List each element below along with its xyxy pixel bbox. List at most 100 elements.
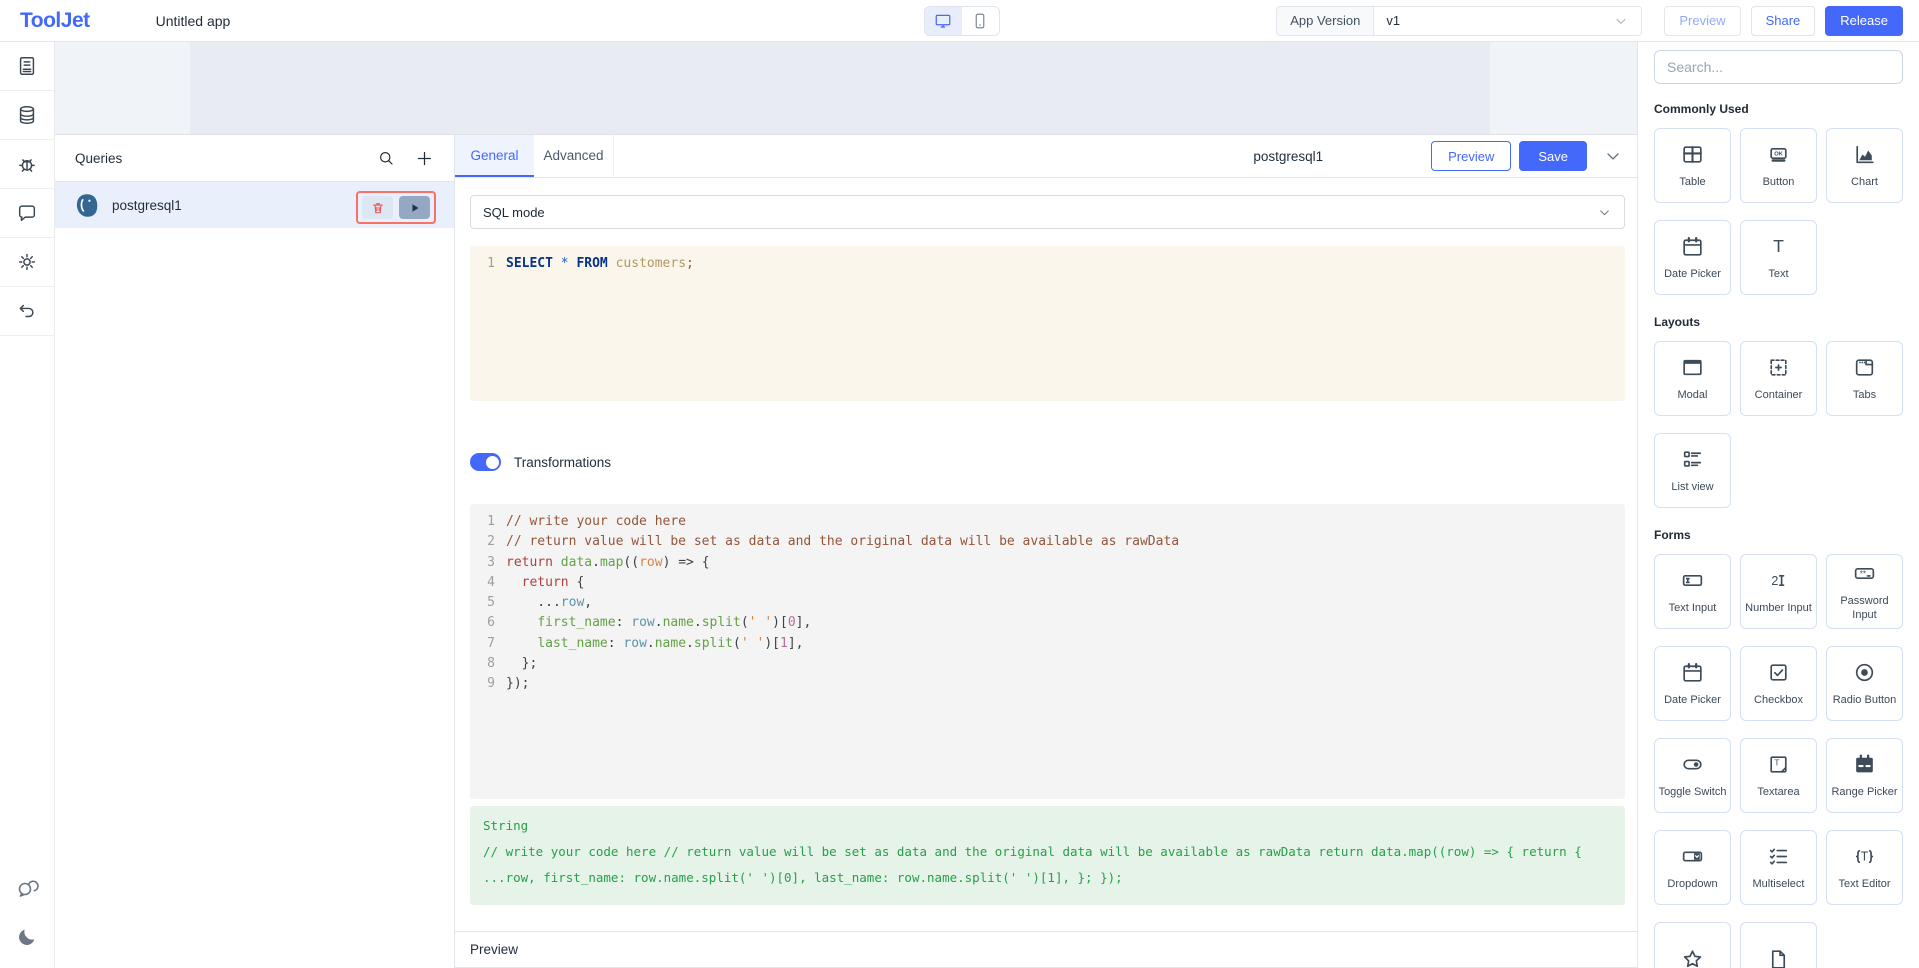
component-card-textarea[interactable]: T Textarea	[1740, 738, 1817, 813]
desktop-view-button[interactable]	[925, 7, 962, 35]
query-panel: Queries	[55, 135, 1637, 968]
component-card-text[interactable]: T Text	[1740, 220, 1817, 295]
layouts-grid: Modal Container Tabs List view	[1654, 341, 1903, 508]
tabs-icon	[1852, 355, 1877, 380]
component-card-dropdown[interactable]: Dropdown	[1654, 830, 1731, 905]
commonly-used-grid: Table OK Button Chart Date Picker T Text	[1654, 128, 1903, 295]
mobile-icon	[971, 12, 989, 30]
component-card-checkbox[interactable]: Checkbox	[1740, 646, 1817, 721]
collapse-query-panel-button[interactable]	[1603, 146, 1623, 166]
component-card-range-picker[interactable]: Range Picker	[1826, 738, 1903, 813]
chart-icon	[1852, 142, 1877, 167]
header-left: ToolJet Untitled app	[20, 9, 924, 33]
device-toggle	[924, 6, 1000, 36]
app-name[interactable]: Untitled app	[156, 13, 231, 29]
component-card-text-editor[interactable]: T Text Editor	[1826, 830, 1903, 905]
share-button[interactable]: Share	[1751, 6, 1816, 36]
chevron-down-icon	[1597, 205, 1612, 220]
delete-query-button[interactable]	[362, 196, 393, 219]
undo-arrow-icon	[16, 300, 38, 322]
query-search-button[interactable]	[377, 149, 395, 167]
container-icon	[1766, 355, 1791, 380]
chat-support-button[interactable]	[15, 876, 39, 900]
component-card-toggle-switch[interactable]: Toggle Switch	[1654, 738, 1731, 813]
chevron-down-icon	[1603, 146, 1623, 166]
transformation-code-editor[interactable]: 1// write your code here2// return value…	[470, 504, 1625, 799]
app-header: ToolJet Untitled app App Version v1 Prev…	[0, 0, 1919, 42]
app-version-group: App Version v1	[1276, 6, 1642, 36]
header-right: App Version v1 Preview Share Release	[1000, 6, 1904, 36]
component-card-list-view[interactable]: List view	[1654, 433, 1731, 508]
tab-advanced[interactable]: Advanced	[534, 135, 613, 177]
component-card-number-input[interactable]: 2 Number Input	[1740, 554, 1817, 629]
annotation-highlight-box	[356, 191, 436, 224]
component-card-chart[interactable]: Chart	[1826, 128, 1903, 203]
forms-grid: Text Input 2 Number Input ** Password In…	[1654, 554, 1903, 968]
query-preview-button[interactable]: Preview	[1431, 141, 1511, 171]
app-version-value: v1	[1386, 13, 1400, 28]
query-editor-header: General Advanced postgresql1 Preview Sav…	[455, 135, 1637, 178]
mobile-view-button[interactable]	[962, 7, 999, 35]
dropdown-icon	[1680, 844, 1705, 869]
canvas-inner[interactable]	[190, 42, 1490, 134]
toolbar-item-comments[interactable]	[0, 189, 54, 238]
query-list-item-postgresql1[interactable]: postgresql1	[55, 182, 454, 228]
password-input-icon: **	[1852, 561, 1877, 586]
component-card-multiselect[interactable]: Multiselect	[1740, 830, 1817, 905]
transformations-label: Transformations	[514, 455, 611, 470]
component-card-text-input[interactable]: Text Input	[1654, 554, 1731, 629]
textarea-icon: T	[1766, 752, 1791, 777]
component-card-date-picker-form[interactable]: Date Picker	[1654, 646, 1731, 721]
toolbar-bottom	[0, 876, 54, 968]
svg-text:2: 2	[1771, 574, 1778, 588]
query-save-button[interactable]: Save	[1519, 141, 1587, 171]
left-toolbar	[0, 42, 55, 968]
query-list-header: Queries	[55, 135, 454, 182]
result-value: // write your code here // return value …	[483, 839, 1612, 891]
add-query-button[interactable]	[415, 149, 434, 168]
component-card-button[interactable]: OK Button	[1740, 128, 1817, 203]
chevron-down-icon	[1613, 13, 1629, 29]
query-editor-actions: Preview Save	[1431, 141, 1637, 171]
file-icon	[1766, 947, 1791, 968]
component-card-table[interactable]: Table	[1654, 128, 1731, 203]
toolbar-item-inspector[interactable]	[0, 42, 54, 91]
component-card-partial-star[interactable]	[1654, 922, 1731, 968]
toolbar-item-debugger[interactable]	[0, 140, 54, 189]
transformations-row: Transformations	[470, 453, 1625, 471]
component-card-modal[interactable]: Modal	[1654, 341, 1731, 416]
sql-mode-value: SQL mode	[483, 205, 545, 220]
component-card-tabs[interactable]: Tabs	[1826, 341, 1903, 416]
dark-mode-toggle[interactable]	[16, 926, 38, 948]
range-picker-icon	[1852, 752, 1877, 777]
component-card-radio-button[interactable]: Radio Button	[1826, 646, 1903, 721]
search-icon	[377, 149, 395, 167]
release-button[interactable]: Release	[1825, 6, 1903, 36]
svg-text:T: T	[1861, 850, 1869, 864]
run-icon	[409, 202, 421, 214]
component-search-input[interactable]	[1654, 50, 1903, 84]
toolbar-item-datasources[interactable]	[0, 91, 54, 140]
component-card-container[interactable]: Container	[1740, 341, 1817, 416]
toolbar-item-undo[interactable]	[0, 287, 54, 336]
section-title-forms: Forms	[1654, 528, 1903, 542]
component-card-partial-file[interactable]	[1740, 922, 1817, 968]
transformation-result: String // write your code here // return…	[470, 806, 1625, 905]
app-preview-button[interactable]: Preview	[1664, 6, 1740, 36]
tab-general[interactable]: General	[455, 135, 534, 177]
component-card-date-picker[interactable]: Date Picker	[1654, 220, 1731, 295]
svg-text:OK: OK	[1774, 151, 1783, 157]
toolbar-item-settings[interactable]	[0, 238, 54, 287]
component-card-password-input[interactable]: ** Password Input	[1826, 554, 1903, 629]
run-query-button[interactable]	[399, 196, 430, 219]
app-version-select[interactable]: v1	[1374, 6, 1642, 36]
sql-code-editor[interactable]: 1SELECT * FROM customers;	[470, 246, 1625, 401]
query-editor-tabs: General Advanced	[455, 135, 614, 177]
sql-mode-select[interactable]: SQL mode	[470, 195, 1625, 229]
table-icon	[1680, 142, 1705, 167]
component-search	[1654, 50, 1903, 84]
preview-section-label: Preview	[455, 932, 1637, 967]
app-canvas[interactable]	[55, 42, 1637, 135]
section-title-layouts: Layouts	[1654, 315, 1903, 329]
transformations-toggle[interactable]	[470, 453, 501, 471]
